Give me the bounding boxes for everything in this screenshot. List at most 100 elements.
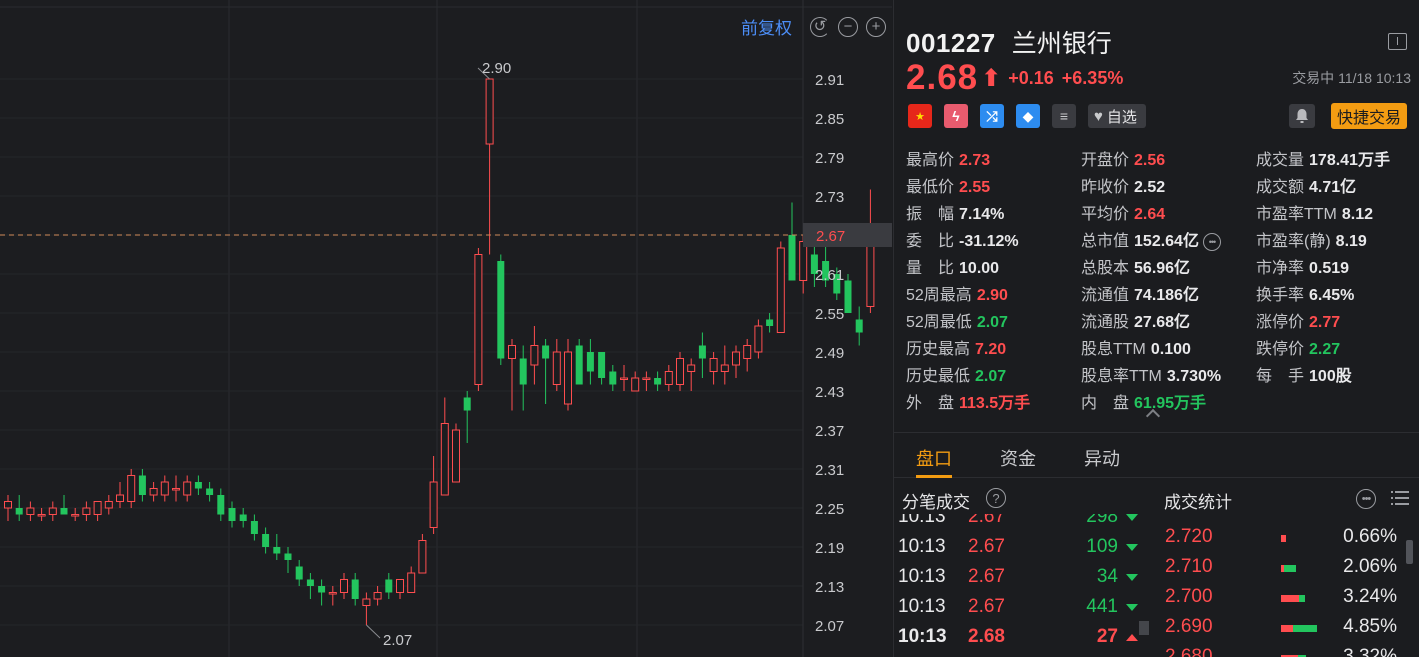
candle[interactable] (508, 339, 516, 411)
candle[interactable] (71, 508, 80, 521)
kline-chart-svg[interactable]: 2.67 2.91 2.85 2.79 2.73 2.61 2.55 2.49 2.43 2.37… (0, 0, 892, 657)
candle[interactable] (48, 501, 57, 522)
volume-distribution-list[interactable]: 2.720 0.66% 2.710 2.06% 2.700 3.24% 2.690 4.85%… (1160, 514, 1419, 657)
candle[interactable] (575, 339, 583, 385)
candle[interactable] (116, 482, 124, 508)
candle[interactable] (328, 586, 337, 606)
candle[interactable] (474, 248, 483, 391)
kline-chart[interactable]: 2.67 2.91 2.85 2.79 2.73 2.61 2.55 2.49 2.43 2.37… (0, 0, 892, 657)
tab-pankou[interactable]: 盘口 (916, 445, 952, 471)
margin-trading-icon[interactable]: ϟ (944, 104, 968, 128)
tab-zijin[interactable]: 资金 (1000, 445, 1036, 471)
market-cap-more-icon[interactable]: ••• (1202, 232, 1221, 251)
undo-icon[interactable]: ↺ (810, 16, 830, 37)
candle[interactable] (485, 78, 494, 255)
trades-scroll-indicator[interactable] (1139, 621, 1149, 635)
candle[interactable] (598, 352, 606, 385)
candle[interactable] (93, 501, 102, 522)
candle[interactable] (60, 495, 68, 515)
list-view-icon[interactable] (1391, 490, 1409, 506)
more-icon[interactable]: ••• (1356, 489, 1376, 509)
candle[interactable] (206, 482, 214, 502)
layout-toggle-icon[interactable] (1388, 33, 1407, 50)
candle[interactable] (855, 306, 863, 346)
candle[interactable] (217, 488, 225, 522)
candle[interactable] (463, 391, 471, 443)
candle[interactable] (418, 534, 427, 574)
candle[interactable] (373, 586, 382, 606)
candle[interactable] (37, 508, 46, 521)
candle[interactable] (351, 573, 359, 606)
candle[interactable] (654, 371, 662, 392)
zoom-in-icon[interactable]: + (866, 16, 886, 37)
china-flag-icon[interactable]: ★ (908, 104, 932, 128)
candle[interactable] (295, 560, 303, 586)
candle[interactable] (239, 508, 247, 528)
trades-list[interactable]: 10:13 2.67 298 10:13 2.67 109 10:13 2.67 34 10:13… (894, 514, 1156, 657)
scrollbar-thumb[interactable] (1406, 540, 1413, 564)
candle[interactable] (664, 365, 673, 391)
candle[interactable] (194, 475, 202, 496)
candle[interactable] (228, 501, 236, 528)
tab-yidong[interactable]: 异动 (1084, 445, 1120, 471)
candle[interactable] (698, 332, 706, 379)
candle[interactable] (564, 339, 572, 411)
candle[interactable] (340, 573, 348, 599)
tag-icon[interactable]: ◆ (1016, 104, 1040, 128)
adjust-mode-button[interactable]: 前复权 (741, 14, 792, 39)
candle[interactable] (4, 495, 12, 521)
candle[interactable] (362, 592, 371, 626)
candle[interactable] (452, 423, 460, 483)
candle[interactable] (788, 202, 796, 281)
candle[interactable] (519, 345, 527, 411)
candle[interactable] (631, 371, 640, 392)
candle[interactable] (396, 579, 404, 600)
candle[interactable] (82, 501, 91, 522)
candle[interactable] (15, 495, 23, 521)
zoom-out-icon[interactable]: − (838, 16, 858, 37)
candle[interactable] (586, 339, 594, 385)
candle[interactable] (552, 339, 561, 391)
candle[interactable] (766, 313, 774, 333)
candle[interactable] (497, 254, 505, 366)
candle[interactable] (732, 345, 740, 379)
candle[interactable] (542, 339, 550, 404)
candle[interactable] (183, 475, 192, 502)
candle[interactable] (306, 573, 314, 599)
candle[interactable] (844, 274, 852, 313)
alert-bell-icon[interactable] (1289, 104, 1315, 128)
candle[interactable] (687, 358, 696, 392)
candle[interactable] (720, 345, 729, 385)
candle[interactable] (172, 475, 180, 502)
candle[interactable] (104, 495, 113, 515)
candle[interactable] (160, 475, 169, 502)
candle[interactable] (138, 469, 146, 502)
candle[interactable] (149, 482, 158, 502)
candle[interactable] (754, 319, 763, 359)
candle[interactable] (273, 534, 281, 560)
candle[interactable] (318, 579, 326, 606)
candle[interactable] (866, 189, 875, 314)
candle[interactable] (676, 352, 684, 391)
candle[interactable] (250, 514, 258, 541)
candle[interactable] (743, 339, 752, 372)
note-icon[interactable]: ≡ (1052, 104, 1076, 128)
add-favorite-button[interactable]: ♥ 自选 (1088, 104, 1146, 128)
candle[interactable] (530, 326, 539, 385)
candle[interactable] (776, 241, 785, 333)
candle[interactable] (26, 501, 35, 522)
candle[interactable] (262, 527, 270, 554)
help-icon[interactable]: ? (986, 488, 1006, 508)
quick-trade-button[interactable]: 快捷交易 (1330, 103, 1407, 129)
candle[interactable] (127, 469, 136, 508)
candle[interactable] (620, 365, 628, 391)
candle[interactable] (609, 365, 617, 391)
candle[interactable] (709, 352, 718, 385)
candle[interactable] (385, 573, 393, 599)
candle[interactable] (642, 371, 651, 392)
candle[interactable] (407, 566, 416, 593)
candle[interactable] (429, 456, 438, 534)
candle[interactable] (440, 397, 449, 496)
shuffle-icon[interactable]: ⤮ (980, 104, 1004, 128)
candle[interactable] (284, 547, 292, 573)
